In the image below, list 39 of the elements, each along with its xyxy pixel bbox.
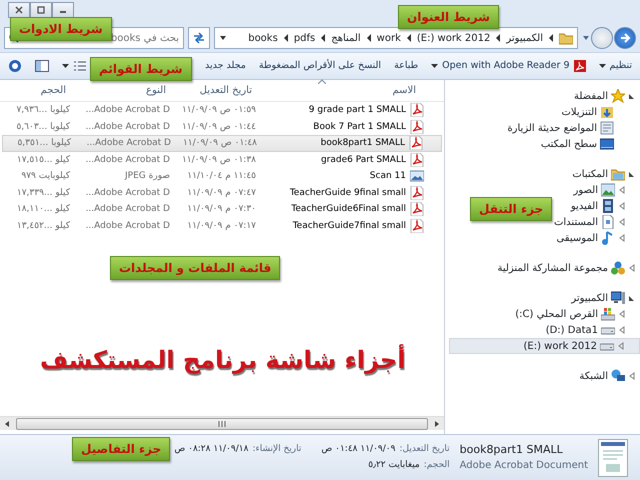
modified-date: ٠١:٣٨ ص ١١/٠٩/٠٩ (180, 154, 257, 167)
field-label: تاريخ الإنشاء: (252, 443, 302, 456)
modified-date: ٠٧:١٧ م ١١/٠٩/٠٩ (186, 220, 257, 233)
modified-date: ٠٧:٣٠ م ١١/٠٩/٠٩ (186, 203, 257, 216)
file-size: كيلوبايت ٩٧٩ (20, 170, 71, 184)
field-label: تاريخ التعديل: (399, 442, 450, 456)
file-type: Adobe Acrobat D... (84, 104, 171, 118)
file-type: Adobe Acrobat D... (84, 186, 171, 200)
modified-date: ٠١:٤٨ ص ١١/٠٩/٠٩ (182, 137, 258, 150)
file-type: صورة JPEG (124, 170, 171, 184)
file-name: book8part1 SMALL (460, 442, 564, 458)
callout-tooltip: شريط القوائم (90, 57, 192, 82)
modified-date: ٠١:٤٤ ص ١١/٠٩/٠٩ (180, 120, 257, 134)
file-type: Adobe Acrobat D... (84, 154, 171, 167)
file-type: Adobe Acrobat D... (86, 137, 172, 150)
file-type: Adobe Acrobat Document (460, 459, 588, 474)
file-type: Adobe Acrobat D... (84, 220, 171, 233)
file-size: كيلو ...١٨,١١٠ (16, 203, 71, 216)
file-size: كيلوبا ...٧,٩٣٦ (15, 104, 71, 118)
field-value: ١١/٠٩/١٨ ٠٨:٢٨ ص (174, 443, 248, 456)
modified-date: ٠١:٥٩ ص ١١/٠٩/٠٩ (180, 104, 257, 118)
file-type: Adobe Acrobat D... (84, 120, 171, 134)
callout-tooltip: جزء التنقل (470, 197, 552, 222)
file-size: كيلو ...١٧,٣٣٩ (16, 186, 71, 200)
field-value: ١١/٠٩/٠٩ ٠١:٤٨ ص (321, 442, 396, 456)
callout-tooltip: شريط العنوان (398, 5, 499, 30)
field-label: الحجم: (424, 458, 450, 472)
file-size: كيلوبا ...٥,٣٥١ (16, 137, 72, 150)
modified-date: ٠٧:٤٧ م ١١/٠٩/٠٩ (186, 186, 257, 200)
heading: أجزاء شاشة برنامج المستكشف (40, 343, 406, 376)
modified-date: ١١:٤٥ م ١١/١٠/٠٤ (186, 170, 257, 184)
callout-tooltip: قائمة الملفات و المجلدات (110, 256, 280, 280)
file-size: كيلو ...١٧,٥١٥ (16, 154, 71, 167)
callout-tooltip: شريط الادوات (10, 17, 112, 42)
file-type: Adobe Acrobat D... (84, 203, 171, 216)
file-size: كيلو ...١٣,٤٥٢ (16, 220, 71, 233)
file-size: كيلوبا ...٥,٦٠٣ (15, 120, 71, 134)
callout-tooltip: جزء التفاصيل (72, 437, 170, 462)
field-value: ميغابايت ٥٫٢٢ (368, 458, 420, 472)
